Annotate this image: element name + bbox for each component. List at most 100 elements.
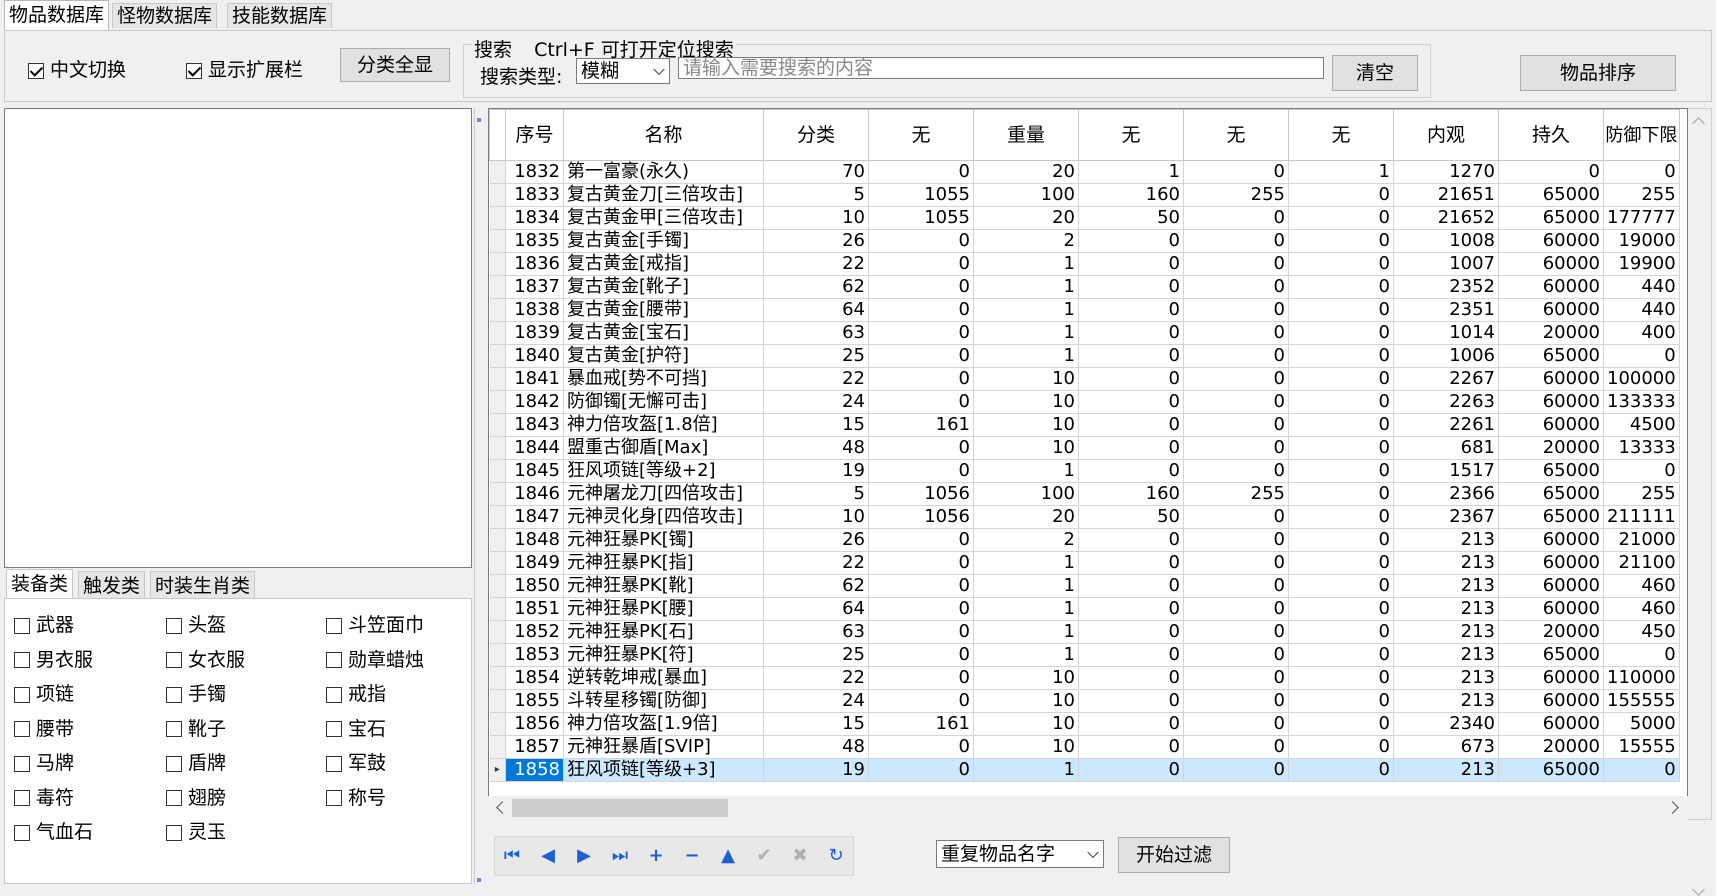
table-cell[interactable]: 0 <box>1183 459 1289 483</box>
table-cell[interactable]: 0 <box>1183 252 1289 276</box>
tab-monsters-db[interactable]: 怪物数据库 <box>112 3 218 28</box>
table-row[interactable]: 1835 复古黄金[手镯] 26 0 2 0 0 0 1008 60000 19000 <box>489 229 1680 253</box>
table-row[interactable]: 1848 元神狂暴PK[镯] 26 0 2 0 0 0 213 60000 21000 <box>489 528 1680 552</box>
table-cell[interactable]: 0 <box>868 666 974 690</box>
table-cell[interactable]: 2367 <box>1393 505 1499 529</box>
table-cell[interactable]: 460 <box>1603 574 1680 598</box>
table-cell[interactable]: 神力倍攻盔[1.8倍] <box>563 413 764 437</box>
table-cell[interactable]: 60000 <box>1498 551 1604 575</box>
scroll-up-icon[interactable] <box>1692 117 1705 130</box>
table-cell[interactable]: 22 <box>763 367 869 391</box>
table-cell[interactable]: 1 <box>973 459 1079 483</box>
table-cell[interactable]: 0 <box>1183 712 1289 736</box>
table-cell[interactable]: 0 <box>1288 413 1394 437</box>
table-cell[interactable]: 1835 <box>505 229 564 253</box>
horizontal-scrollbar[interactable] <box>488 796 1688 820</box>
table-cell[interactable]: 10 <box>973 390 1079 414</box>
table-cell[interactable]: 1849 <box>505 551 564 575</box>
table-cell[interactable]: 60000 <box>1498 229 1604 253</box>
table-cell[interactable]: 19000 <box>1603 229 1680 253</box>
table-row[interactable]: 1854 逆转乾坤戒[暴血] 22 0 10 0 0 0 213 60000 110000 <box>489 666 1680 690</box>
table-cell[interactable]: 100 <box>973 183 1079 207</box>
table-cell[interactable]: 0 <box>1183 160 1289 184</box>
table-cell[interactable]: 60000 <box>1498 528 1604 552</box>
table-cell[interactable]: 1858 <box>505 758 564 782</box>
table-cell[interactable]: 1517 <box>1393 459 1499 483</box>
table-cell[interactable]: 1 <box>973 321 1079 345</box>
table-cell[interactable]: 65000 <box>1498 482 1604 506</box>
table-cell[interactable]: 100000 <box>1603 367 1680 391</box>
category-option-checkbox[interactable]: 翅膀 <box>166 783 226 810</box>
table-cell[interactable]: 元神灵化身[四倍攻击] <box>563 505 764 529</box>
table-cell[interactable]: 1 <box>973 298 1079 322</box>
table-cell[interactable]: 复古黄金[戒指] <box>563 252 764 276</box>
start-filter-button[interactable]: 开始过滤 <box>1118 837 1230 873</box>
table-cell[interactable]: 20 <box>973 505 1079 529</box>
tab-skills-db[interactable]: 技能数据库 <box>227 3 333 28</box>
table-cell[interactable]: 0 <box>1288 183 1394 207</box>
category-option-checkbox[interactable]: 项链 <box>14 679 74 706</box>
table-cell[interactable]: 2263 <box>1393 390 1499 414</box>
scroll-thumb[interactable] <box>512 799 728 817</box>
table-cell[interactable]: 15 <box>763 712 869 736</box>
category-option-checkbox[interactable]: 武器 <box>14 610 74 637</box>
table-cell[interactable]: 2352 <box>1393 275 1499 299</box>
scroll-right-icon[interactable] <box>1666 801 1679 814</box>
table-cell[interactable]: 盟重古御盾[Max] <box>563 436 764 460</box>
table-cell[interactable]: 1 <box>1288 160 1394 184</box>
table-cell[interactable]: 0 <box>1078 275 1184 299</box>
table-cell[interactable]: 1 <box>973 758 1079 782</box>
table-cell[interactable]: 0 <box>1603 160 1680 184</box>
table-cell[interactable]: 60000 <box>1498 574 1604 598</box>
table-cell[interactable]: 2 <box>973 229 1079 253</box>
table-cell[interactable]: 155555 <box>1603 689 1680 713</box>
table-cell[interactable]: 1 <box>973 551 1079 575</box>
table-cell[interactable]: 255 <box>1183 183 1289 207</box>
category-option-checkbox[interactable]: 男衣服 <box>14 645 93 672</box>
table-row[interactable]: 1847 元神灵化身[四倍攻击] 10 1056 20 50 0 0 2367 65000 2111… <box>489 505 1680 529</box>
table-cell[interactable]: 255 <box>1603 482 1680 506</box>
table-cell[interactable]: 1 <box>973 252 1079 276</box>
table-cell[interactable]: 673 <box>1393 735 1499 759</box>
table-cell[interactable]: 0 <box>1183 413 1289 437</box>
table-cell[interactable]: 22 <box>763 551 869 575</box>
table-cell[interactable]: 0 <box>1288 206 1394 230</box>
table-cell[interactable]: 0 <box>1078 344 1184 368</box>
table-cell[interactable]: 5000 <box>1603 712 1680 736</box>
table-cell[interactable]: 复古黄金[宝石] <box>563 321 764 345</box>
table-row[interactable]: 1856 神力倍攻盔[1.9倍] 15 161 10 0 0 0 2340 60000 5000 <box>489 712 1680 736</box>
table-cell[interactable]: 1848 <box>505 528 564 552</box>
table-cell[interactable]: 15555 <box>1603 735 1680 759</box>
table-cell[interactable]: 19900 <box>1603 252 1680 276</box>
table-cell[interactable]: 50 <box>1078 206 1184 230</box>
table-row[interactable]: 1845 狂风项链[等级+2] 19 0 1 0 0 0 1517 65000 0 <box>489 459 1680 483</box>
table-cell[interactable]: 1851 <box>505 597 564 621</box>
category-option-checkbox[interactable]: 灵玉 <box>166 817 226 844</box>
table-cell[interactable]: 1055 <box>868 206 974 230</box>
table-cell[interactable]: 24 <box>763 689 869 713</box>
table-cell[interactable]: 0 <box>1183 229 1289 253</box>
table-cell[interactable]: 1842 <box>505 390 564 414</box>
table-cell[interactable]: 0 <box>1078 459 1184 483</box>
table-cell[interactable]: 0 <box>868 528 974 552</box>
chinese-toggle-checkbox[interactable]: 中文切换 <box>28 55 126 82</box>
table-cell[interactable]: 0 <box>1078 413 1184 437</box>
table-row[interactable]: 1850 元神狂暴PK[靴] 62 0 1 0 0 0 213 60000 460 <box>489 574 1680 598</box>
category-option-checkbox[interactable]: 气血石 <box>14 817 93 844</box>
table-cell[interactable]: 5 <box>763 183 869 207</box>
table-cell[interactable]: 1006 <box>1393 344 1499 368</box>
table-cell[interactable]: 0 <box>1288 344 1394 368</box>
table-cell[interactable]: 0 <box>868 574 974 598</box>
table-cell[interactable]: 0 <box>1288 482 1394 506</box>
table-cell[interactable]: 复古黄金[手镯] <box>563 229 764 253</box>
table-cell[interactable]: 65000 <box>1498 344 1604 368</box>
table-cell[interactable]: 10 <box>973 712 1079 736</box>
table-cell[interactable]: 0 <box>1288 597 1394 621</box>
table-cell[interactable]: 0 <box>1288 367 1394 391</box>
table-cell[interactable]: 21651 <box>1393 183 1499 207</box>
table-cell[interactable]: 复古黄金[护符] <box>563 344 764 368</box>
table-cell[interactable]: 0 <box>1078 735 1184 759</box>
table-cell[interactable]: 450 <box>1603 620 1680 644</box>
table-cell[interactable]: 25 <box>763 344 869 368</box>
table-cell[interactable]: 110000 <box>1603 666 1680 690</box>
